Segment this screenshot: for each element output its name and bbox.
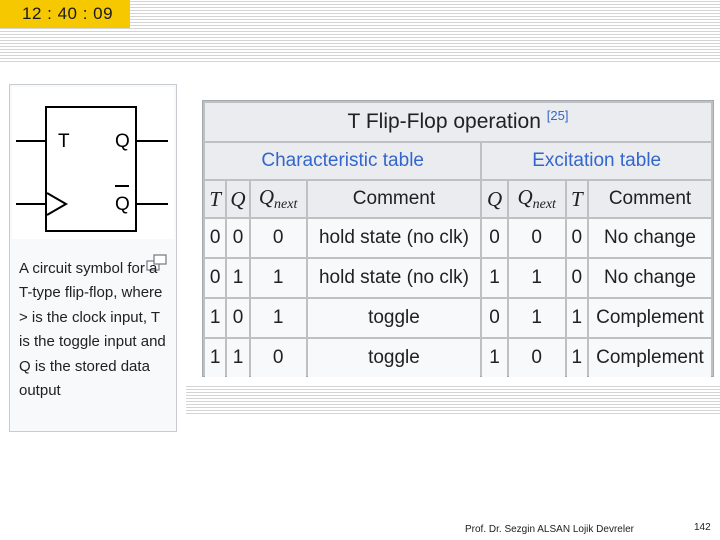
ex-col-t: T (566, 181, 587, 217)
ex-cell-comment: Complement (588, 339, 711, 377)
ex-col-comment: Comment (588, 181, 711, 217)
ex-cell-qnext: 0 (508, 219, 565, 257)
table-row: 1 1 0 toggle 1 0 1 Complement (205, 339, 711, 377)
table-title-text: T Flip-Flop operation (347, 110, 541, 133)
cell-comment: toggle (307, 339, 481, 377)
ex-cell-t: 1 (566, 299, 587, 337)
cell-comment: hold state (no clk) (307, 259, 481, 297)
symbol-label-qbar: Q (115, 194, 130, 215)
clock-time: 12 : 40 : 09 (22, 4, 114, 23)
page-number: 142 (694, 522, 711, 533)
characteristic-table-heading[interactable]: Characteristic table (205, 143, 481, 179)
cell-t: 1 (205, 299, 226, 337)
ex-cell-comment: No change (588, 259, 711, 297)
col-qnext: Qnext (250, 181, 306, 217)
cell-comment: toggle (307, 299, 481, 337)
ex-cell-t: 0 (566, 259, 587, 297)
figure-caption: A circuit symbol for a T-type flip-flop,… (19, 260, 166, 400)
ex-col-qnext: Qnext (508, 181, 565, 217)
t-flipflop-symbol-drawing: T Q Q (16, 106, 168, 232)
cell-q: 1 (227, 259, 249, 297)
ex-cell-qnext: 1 (508, 259, 565, 297)
ex-cell-q: 1 (482, 339, 507, 377)
ex-col-qnext-base: Q (517, 185, 533, 209)
cell-q: 0 (227, 219, 249, 257)
ex-cell-q: 0 (482, 219, 507, 257)
ex-cell-t: 0 (566, 219, 587, 257)
ex-col-qnext-sub: next (532, 197, 556, 212)
cell-t: 1 (205, 339, 226, 377)
ex-cell-qnext: 1 (508, 299, 565, 337)
cell-t: 0 (205, 219, 226, 257)
ex-col-q: Q (482, 181, 507, 217)
cell-q: 1 (227, 339, 249, 377)
ex-cell-q: 0 (482, 299, 507, 337)
operation-table: T Flip-Flop operation [25] Characteristi… (203, 101, 713, 379)
clock-display: 12 : 40 : 09 (0, 0, 130, 28)
cell-qnext: 1 (250, 259, 306, 297)
ex-cell-t: 1 (566, 339, 587, 377)
figure-thumbnail[interactable]: T Q Q A circuit symbol for a T-type flip… (9, 84, 177, 432)
cell-qnext: 1 (250, 299, 306, 337)
cell-qnext: 0 (250, 339, 306, 377)
cell-qnext: 0 (250, 219, 306, 257)
col-t: T (205, 181, 226, 217)
citation-link[interactable]: [25] (547, 108, 569, 123)
background-hatch-bottom (186, 384, 720, 414)
symbol-label-t: T (58, 131, 70, 152)
footer-author: Prof. Dr. Sezgin ALSAN Lojik Devreler (465, 524, 634, 535)
ex-cell-q: 1 (482, 259, 507, 297)
t-flipflop-table: T Flip-Flop operation [25] Characteristi… (202, 100, 714, 377)
ex-cell-comment: Complement (588, 299, 711, 337)
ex-cell-qnext: 0 (508, 339, 565, 377)
table-title: T Flip-Flop operation [25] (205, 103, 711, 141)
cell-comment: hold state (no clk) (307, 219, 481, 257)
col-q: Q (227, 181, 249, 217)
col-qnext-sub: next (274, 197, 298, 212)
cell-t: 0 (205, 259, 226, 297)
table-row: 0 1 1 hold state (no clk) 1 1 0 No chang… (205, 259, 711, 297)
cell-q: 0 (227, 299, 249, 337)
table-row: 0 0 0 hold state (no clk) 0 0 0 No chang… (205, 219, 711, 257)
table-row: 1 0 1 toggle 0 1 1 Complement (205, 299, 711, 337)
ex-cell-comment: No change (588, 219, 711, 257)
col-qnext-base: Q (258, 185, 275, 209)
excitation-table-heading[interactable]: Excitation table (482, 143, 711, 179)
t-flipflop-symbol[interactable]: T Q Q (12, 87, 174, 239)
symbol-label-q: Q (115, 131, 130, 152)
col-comment: Comment (307, 181, 481, 217)
